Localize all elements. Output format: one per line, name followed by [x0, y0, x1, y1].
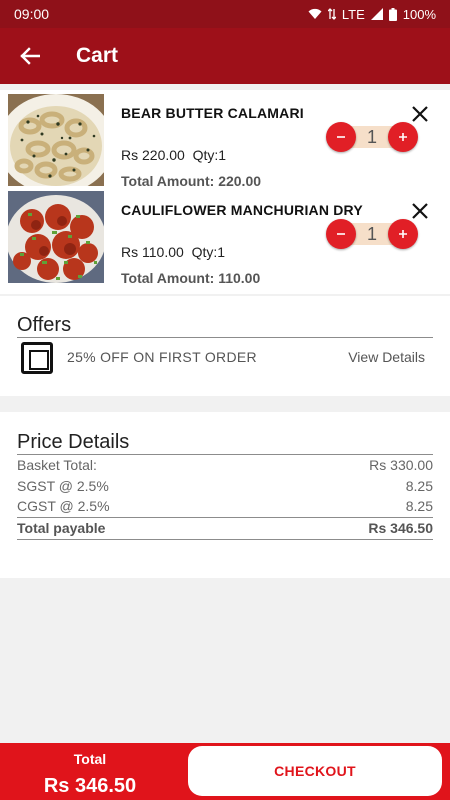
- item-qty-label: Qty:1: [192, 147, 227, 163]
- offer-text: 25% OFF ON FIRST ORDER: [67, 349, 257, 365]
- cart-item: BEAR BUTTER CALAMARI Rs 220.00 Qty:1 Tot…: [0, 90, 450, 189]
- calamari-photo: [8, 94, 104, 186]
- status-time: 09:00: [14, 6, 50, 22]
- total-payable-label: Total payable: [17, 520, 106, 536]
- network-type: LTE: [341, 6, 365, 22]
- price-row-label: SGST @ 2.5%: [17, 478, 109, 494]
- manchurian-photo: [8, 191, 104, 283]
- decrease-quantity-button[interactable]: [326, 122, 356, 152]
- item-name: BEAR BUTTER CALAMARI: [121, 105, 304, 121]
- offers-title: Offers: [17, 314, 72, 336]
- price-row-label: Basket Total:: [17, 457, 97, 473]
- cart-list: BEAR BUTTER CALAMARI Rs 220.00 Qty:1 Tot…: [0, 90, 450, 294]
- item-name: CAULIFLOWER MANCHURIAN DRY: [121, 202, 363, 218]
- signal-icon: [370, 8, 383, 20]
- data-arrows-icon: [327, 8, 336, 20]
- checkout-bar: Total Rs 346.50 CHECKOUT: [0, 743, 450, 800]
- price-row: Basket Total: Rs 330.00: [17, 457, 433, 473]
- page-title: Cart: [76, 44, 119, 67]
- view-details-link[interactable]: View Details: [348, 349, 425, 365]
- item-total: Total Amount: 110.00: [121, 270, 261, 286]
- offers-section: Offers 25% OFF ON FIRST ORDER View Detai…: [0, 296, 450, 396]
- total-payable-value: Rs 346.50: [368, 520, 433, 536]
- minus-icon: [337, 136, 345, 138]
- bottom-total-value: Rs 346.50: [43, 775, 137, 797]
- price-row: SGST @ 2.5% 8.25: [17, 478, 433, 494]
- price-row-value: 8.25: [405, 498, 433, 514]
- plus-icon: [399, 230, 407, 238]
- price-row-label: CGST @ 2.5%: [17, 498, 110, 514]
- battery-icon: [388, 7, 397, 21]
- battery-level: 100%: [402, 6, 436, 22]
- price-details-divider: [17, 454, 433, 455]
- item-price: Rs 220.00: [121, 147, 185, 163]
- price-details-section: Price Details Basket Total: Rs 330.00 SG…: [0, 412, 450, 578]
- item-qty-label: Qty:1: [191, 244, 226, 260]
- quantity-stepper: 1: [326, 219, 418, 249]
- offers-divider: [17, 337, 433, 338]
- price-row: CGST @ 2.5% 8.25: [17, 498, 433, 514]
- status-icons: LTE 100%: [308, 7, 436, 22]
- wifi-icon: [308, 8, 322, 19]
- plus-icon: [399, 133, 407, 141]
- increase-quantity-button[interactable]: [388, 122, 418, 152]
- increase-quantity-button[interactable]: [388, 219, 418, 249]
- item-price-qty: Rs 220.00 Qty:1: [121, 147, 226, 163]
- app-bar: Cart: [0, 28, 450, 84]
- back-arrow-icon: [20, 47, 40, 65]
- status-bar: 09:00 LTE 100%: [0, 0, 450, 28]
- total-bottom-divider: [17, 539, 433, 540]
- item-price: Rs 110.00: [121, 244, 184, 260]
- price-row-value: Rs 330.00: [369, 457, 433, 473]
- price-row-value: 8.25: [405, 478, 433, 494]
- checkout-button[interactable]: CHECKOUT: [188, 746, 442, 796]
- price-details-title: Price Details: [17, 431, 130, 453]
- bottom-total-label: Total: [73, 751, 107, 767]
- decrease-quantity-button[interactable]: [326, 219, 356, 249]
- item-price-qty: Rs 110.00 Qty:1: [121, 244, 225, 260]
- quantity-stepper: 1: [326, 122, 418, 152]
- cart-item: CAULIFLOWER MANCHURIAN DRY Rs 110.00 Qty…: [0, 187, 450, 286]
- total-payable-row: Total payable Rs 346.50: [17, 520, 433, 536]
- back-button[interactable]: [0, 28, 60, 84]
- minus-icon: [337, 233, 345, 235]
- total-divider: [17, 517, 433, 518]
- offer-icon: [21, 342, 53, 374]
